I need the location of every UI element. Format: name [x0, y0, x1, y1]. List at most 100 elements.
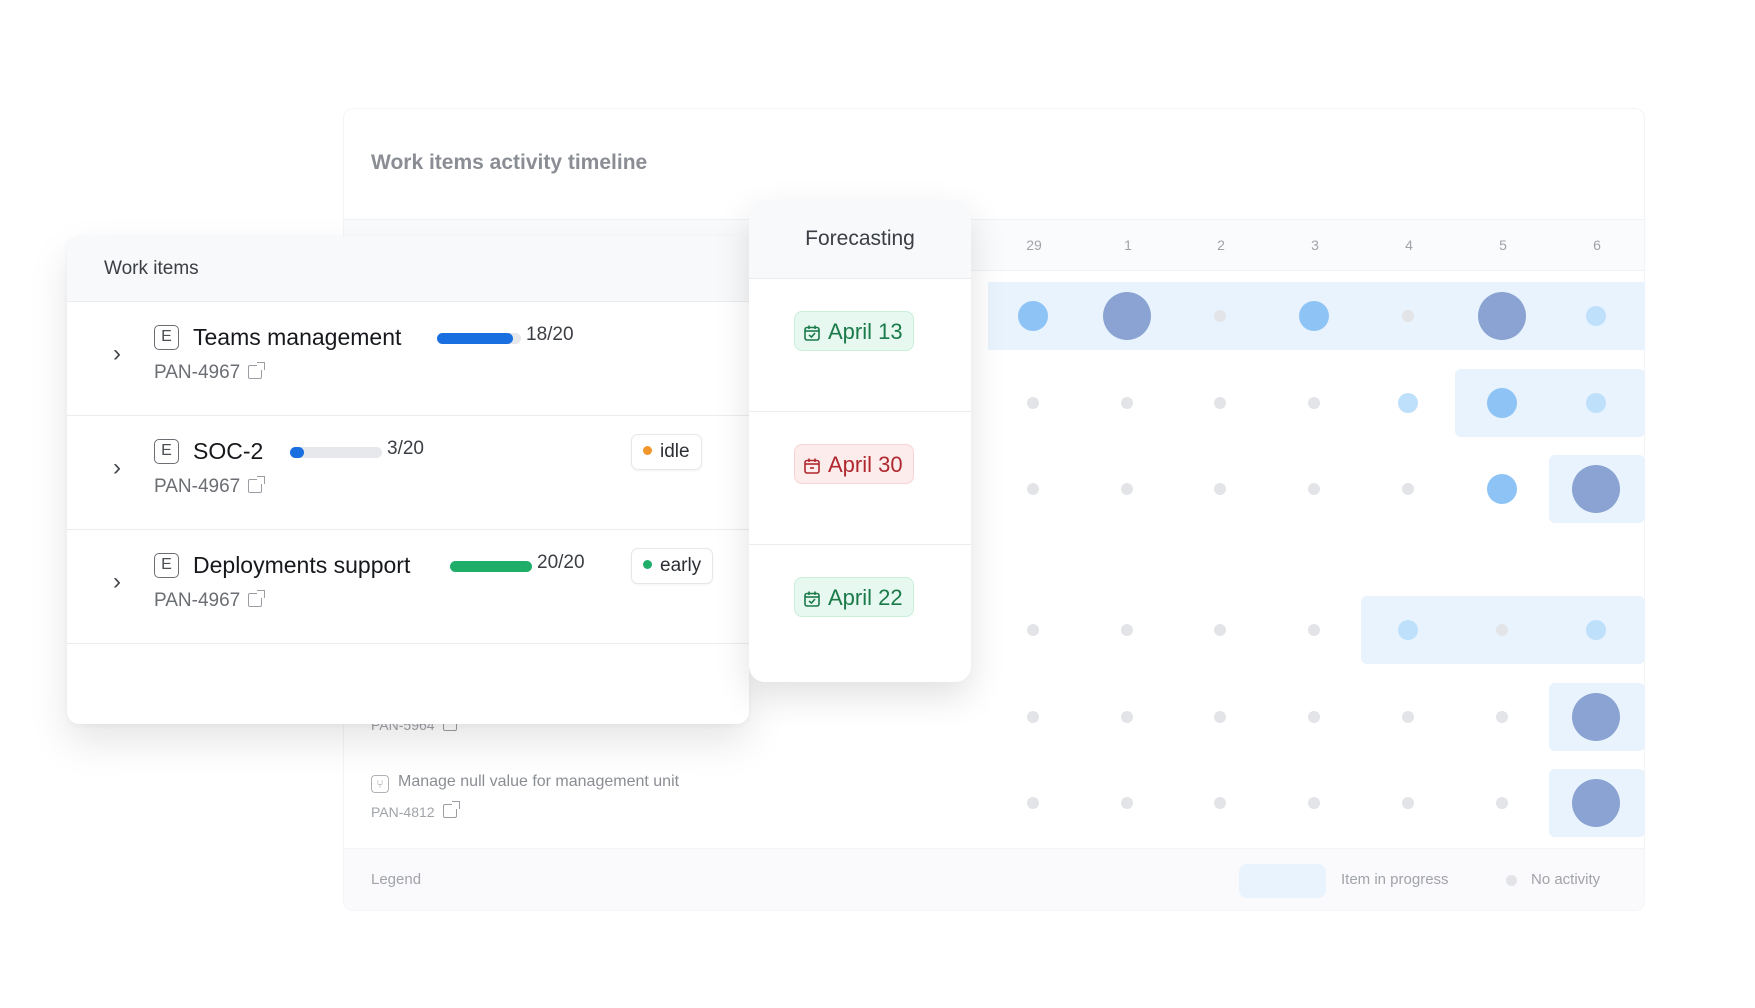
external-link-icon [248, 476, 266, 493]
no-activity-dot [1506, 875, 1517, 886]
activity-dot[interactable] [1214, 797, 1226, 809]
progress-count: 18/20 [526, 324, 574, 345]
status-badge: idle [631, 434, 702, 470]
external-link-icon [248, 362, 266, 379]
work-item-name[interactable]: Deployments support [193, 552, 410, 579]
activity-dot[interactable] [1308, 711, 1320, 723]
item-name: Manage null value for management unit [398, 773, 680, 790]
activity-dot[interactable] [1214, 624, 1226, 636]
activity-dot[interactable] [1027, 397, 1039, 409]
expand-chevron-icon[interactable]: › [113, 340, 121, 368]
work-item-row[interactable]: › E Teams management PAN-4967 18/20 [67, 302, 749, 416]
activity-dot[interactable] [1572, 779, 1620, 827]
in-progress-band [1455, 369, 1645, 437]
activity-dot[interactable] [1586, 393, 1606, 413]
activity-dot[interactable] [1402, 711, 1414, 723]
legend: Legend Item in progress No activity [344, 848, 1644, 910]
activity-dot[interactable] [1121, 624, 1133, 636]
legend-no-activity: No activity [1531, 871, 1601, 888]
in-progress-swatch [1239, 864, 1326, 898]
work-items-header: Work items [67, 236, 749, 302]
activity-dot[interactable] [1402, 310, 1414, 322]
activity-dot[interactable] [1496, 711, 1508, 723]
work-item-id-link[interactable]: PAN-4967 [154, 590, 266, 612]
activity-dot[interactable] [1308, 797, 1320, 809]
activity-dot[interactable] [1027, 483, 1039, 495]
activity-dot[interactable] [1496, 624, 1508, 636]
legend-in-progress: Item in progress [1341, 871, 1449, 888]
forecast-date-badge[interactable]: April 22 [794, 577, 914, 617]
day-label: 2 [1217, 237, 1225, 253]
item-id-link[interactable]: PAN-4812 [371, 801, 460, 820]
forecast-date-badge[interactable]: April 30 [794, 444, 914, 484]
activity-dot[interactable] [1299, 301, 1329, 331]
activity-dot[interactable] [1103, 292, 1151, 340]
activity-dot[interactable] [1214, 483, 1226, 495]
activity-dot[interactable] [1586, 306, 1606, 326]
calendar-icon [804, 458, 820, 474]
work-item-name[interactable]: Teams management [193, 324, 401, 351]
legend-label: Legend [371, 871, 422, 888]
progress-count: 20/20 [537, 552, 585, 573]
expand-chevron-icon[interactable]: › [113, 454, 121, 482]
activity-dot[interactable] [1121, 797, 1133, 809]
activity-dot[interactable] [1398, 620, 1418, 640]
day-label: 29 [1026, 237, 1042, 253]
activity-dot[interactable] [1487, 388, 1517, 418]
background-item-manage-null[interactable]: ⑂ Manage null value for management unit [371, 773, 679, 793]
activity-dot[interactable] [1308, 624, 1320, 636]
activity-dot[interactable] [1478, 292, 1526, 340]
day-label: 5 [1499, 237, 1507, 253]
activity-dot[interactable] [1308, 397, 1320, 409]
day-label: 6 [1593, 237, 1601, 253]
forecast-row: April 13 [749, 279, 971, 412]
activity-dot[interactable] [1487, 474, 1517, 504]
activity-dot[interactable] [1027, 711, 1039, 723]
progress-fill [450, 561, 532, 572]
progress-fill [437, 333, 513, 344]
forecasting-card: Forecasting April 13 April 30 April 22 [749, 200, 971, 682]
work-item-name[interactable]: SOC-2 [193, 438, 263, 465]
activity-dot[interactable] [1572, 465, 1620, 513]
progress-fill [290, 447, 304, 458]
activity-dot[interactable] [1586, 620, 1606, 640]
status-badge: early [631, 548, 714, 584]
day-label: 4 [1405, 237, 1413, 253]
expand-chevron-icon[interactable]: › [113, 568, 121, 596]
external-link-icon [248, 590, 266, 607]
activity-dot[interactable] [1121, 397, 1133, 409]
work-item-row[interactable]: › E SOC-2 PAN-4967 3/20 idle [67, 416, 749, 530]
day-label: 3 [1311, 237, 1319, 253]
activity-dot[interactable] [1121, 483, 1133, 495]
status-dot [643, 560, 652, 569]
activity-dot[interactable] [1121, 711, 1133, 723]
activity-dot[interactable] [1398, 393, 1418, 413]
activity-dot[interactable] [1402, 483, 1414, 495]
work-items-card: Work items › E Teams management PAN-4967… [67, 236, 749, 724]
work-item-id-link[interactable]: PAN-4967 [154, 476, 266, 498]
activity-dot[interactable] [1214, 711, 1226, 723]
activity-dot[interactable] [1402, 797, 1414, 809]
activity-dot[interactable] [1308, 483, 1320, 495]
calendar-icon [804, 591, 820, 607]
activity-dot[interactable] [1496, 797, 1508, 809]
day-label: 1 [1124, 237, 1132, 253]
activity-dot[interactable] [1027, 797, 1039, 809]
activity-dot[interactable] [1018, 301, 1048, 331]
subtask-type-icon: ⑂ [371, 775, 389, 793]
epic-type-icon: E [154, 439, 179, 464]
activity-dot[interactable] [1027, 624, 1039, 636]
status-dot [643, 446, 652, 455]
progress-bar [437, 333, 521, 344]
progress-bar [290, 447, 382, 458]
forecast-row: April 30 [749, 412, 971, 545]
forecast-date-badge[interactable]: April 13 [794, 311, 914, 351]
forecasting-header: Forecasting [749, 200, 971, 279]
work-item-row[interactable]: › E Deployments support PAN-4967 20/20 e… [67, 530, 749, 644]
calendar-icon [804, 325, 820, 341]
activity-dot[interactable] [1214, 310, 1226, 322]
activity-dot[interactable] [1572, 693, 1620, 741]
activity-dot[interactable] [1214, 397, 1226, 409]
progress-count: 3/20 [387, 438, 424, 459]
work-item-id-link[interactable]: PAN-4967 [154, 362, 266, 384]
